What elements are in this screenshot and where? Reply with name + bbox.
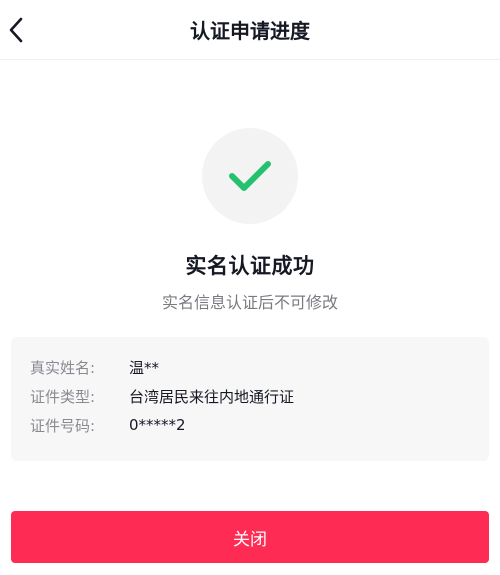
result-subtitle: 实名信息认证后不可修改 (161, 293, 338, 312)
info-label: 真实姓名: (30, 358, 96, 377)
info-row-document-number: 证件号码: 0*****2 (30, 414, 186, 436)
info-label: 证件类型: (30, 387, 96, 406)
info-label: 证件号码: (30, 416, 96, 435)
identity-info-card: 真实姓名: 温** 证件类型: 台湾居民来往内地通行证 证件号码: 0*****… (11, 337, 489, 461)
info-row-document-type: 证件类型: 台湾居民来往内地通行证 (30, 385, 294, 407)
checkmark-icon (229, 161, 271, 191)
header-bar: 认证申请进度 (0, 0, 500, 60)
close-button[interactable]: 关闭 (11, 511, 489, 563)
info-value: 温** (129, 358, 160, 377)
info-value: 台湾居民来往内地通行证 (129, 387, 295, 406)
page-title: 认证申请进度 (190, 19, 310, 43)
info-value: 0*****2 (129, 416, 186, 434)
info-row-name: 真实姓名: 温** (30, 356, 159, 378)
result-title: 实名认证成功 (185, 254, 315, 278)
success-status-circle (202, 128, 298, 224)
